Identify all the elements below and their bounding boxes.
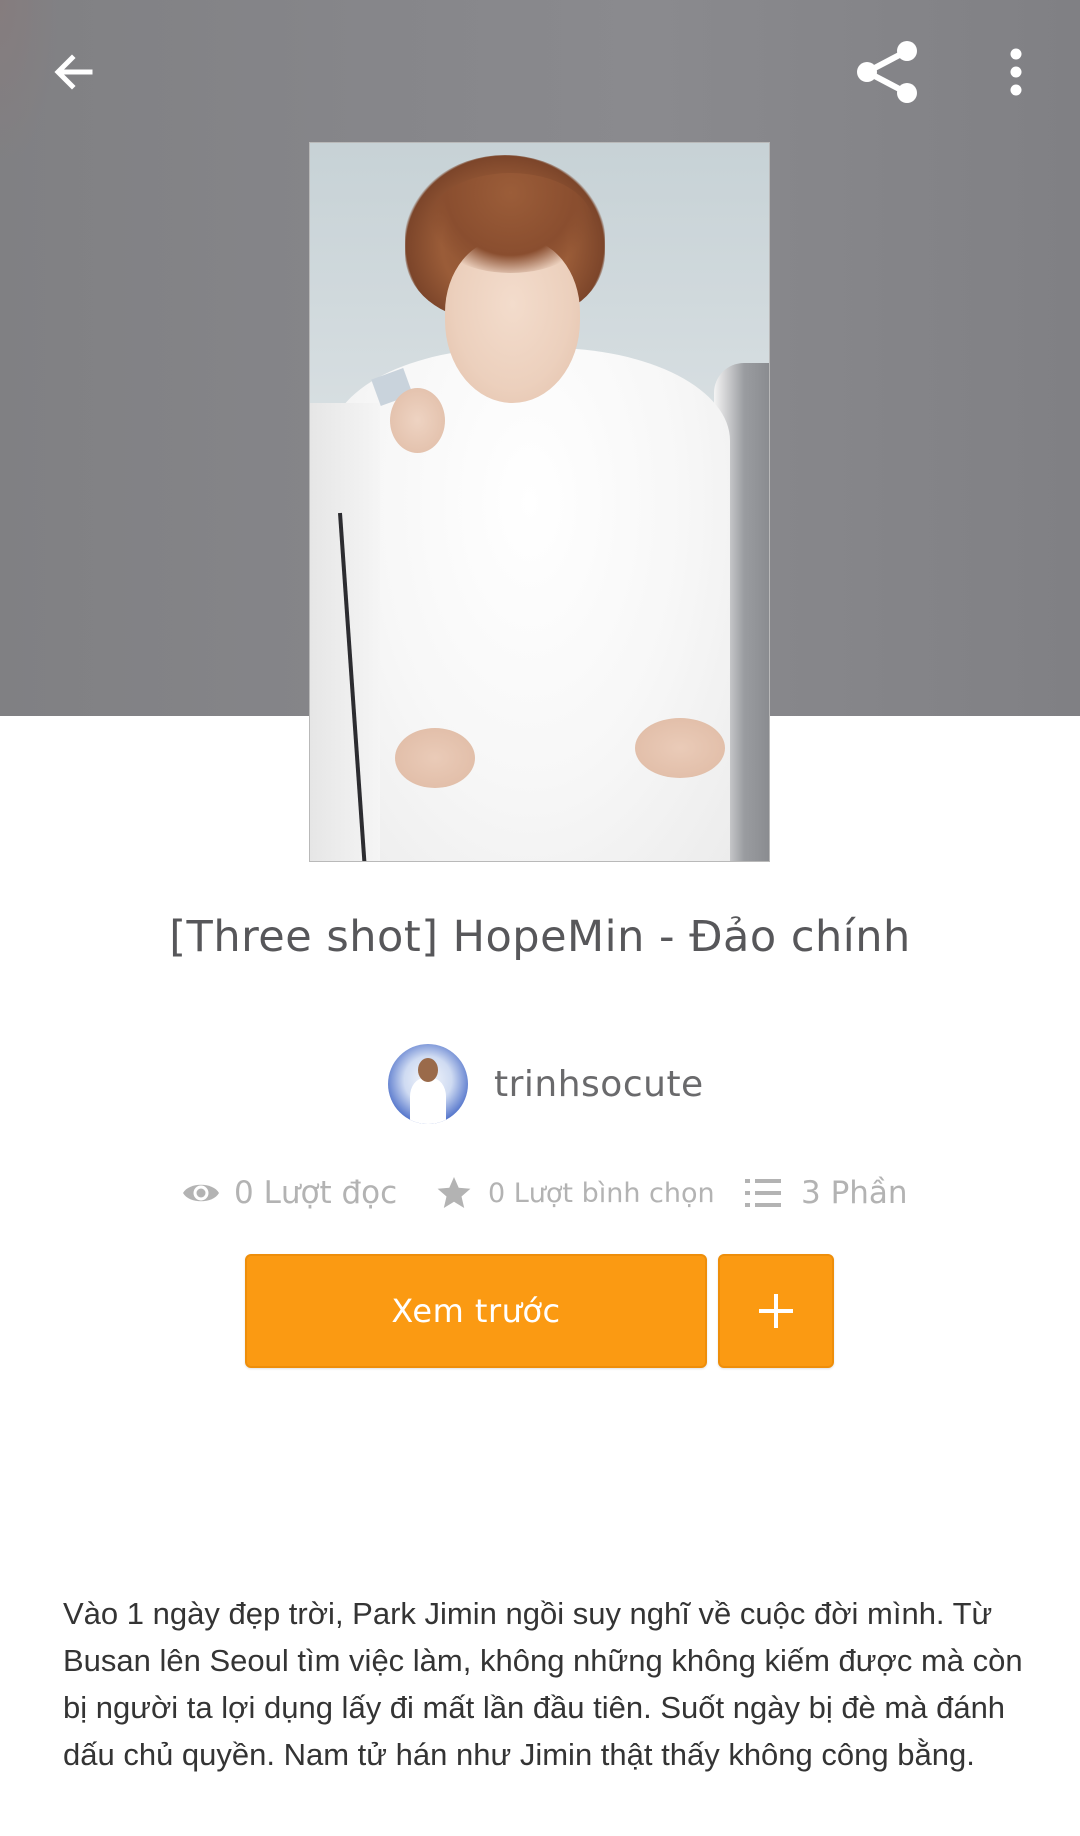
preview-button-label: Xem trước: [391, 1292, 561, 1330]
preview-button[interactable]: Xem trước: [245, 1254, 707, 1368]
share-icon: [857, 41, 917, 103]
author-avatar[interactable]: [388, 1044, 468, 1124]
star-icon: [436, 1175, 472, 1211]
reads-stat: 0 Lượt đọc: [182, 1170, 397, 1216]
story-cover-image: [309, 142, 770, 862]
story-title: [Three shot] HopeMin - Đảo chính: [169, 912, 911, 962]
votes-stat: 0 Lượt bình chọn: [436, 1170, 715, 1216]
eye-icon: [182, 1179, 220, 1207]
back-button[interactable]: [38, 36, 110, 108]
story-description: Vào 1 ngày đẹp trời, Park Jimin ngồi suy…: [63, 1596, 1023, 1772]
author-link[interactable]: trinhsocute: [388, 1044, 704, 1124]
plus-icon: [759, 1294, 793, 1328]
parts-stat: 3 Phần: [745, 1170, 908, 1216]
more-vertical-icon: [1010, 48, 1022, 96]
share-button[interactable]: [844, 30, 928, 114]
reads-count: 0 Lượt đọc: [234, 1175, 398, 1211]
votes-count: 0 Lượt bình chọn: [488, 1177, 715, 1209]
parts-count: 3 Phần: [801, 1175, 908, 1211]
arrow-left-icon: [54, 54, 93, 90]
story-stats: 0 Lượt đọc 0 Lượt bình chọn 3 Phần: [0, 1170, 1080, 1216]
more-options-button[interactable]: [980, 36, 1052, 108]
add-to-library-button[interactable]: [718, 1254, 834, 1368]
author-name[interactable]: trinhsocute: [494, 1064, 704, 1105]
list-icon: [745, 1177, 781, 1209]
